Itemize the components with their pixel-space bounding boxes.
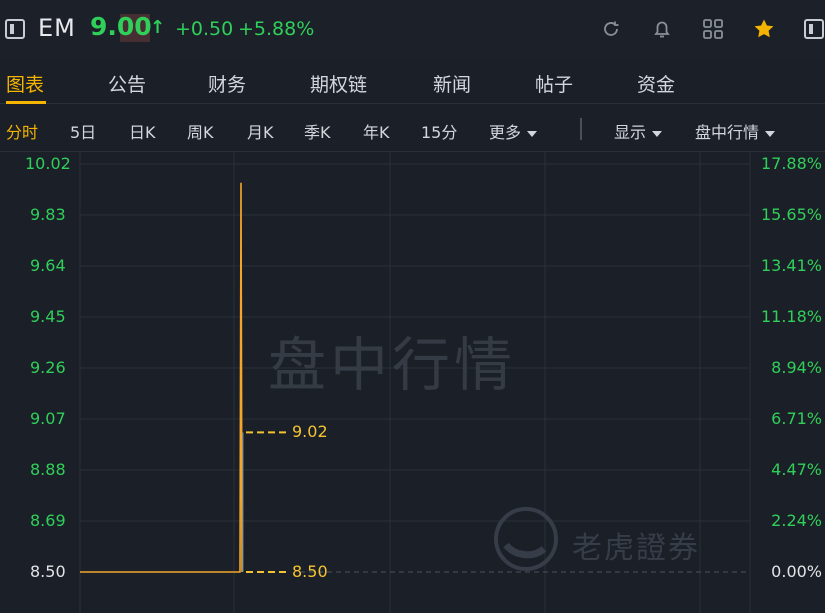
period-15min[interactable]: 15分 (421, 119, 457, 143)
period-5d[interactable]: 5日 (70, 119, 96, 143)
chart-lines (80, 182, 286, 573)
session-dropdown[interactable]: 盘中行情 (695, 119, 776, 143)
display-label: 显示 (614, 123, 647, 142)
price-marker-label: 8.50 (292, 562, 328, 581)
ticker-symbol: EM (38, 14, 76, 42)
tab-news[interactable]: 新闻 (433, 70, 471, 97)
y-axis-price-label: 9.26 (30, 358, 66, 377)
period-intraday[interactable]: 分时 (6, 119, 38, 143)
refresh-icon[interactable] (600, 18, 622, 40)
period-monthly[interactable]: 月K (247, 119, 274, 143)
period-quarterly[interactable]: 季K (304, 119, 331, 143)
display-dropdown[interactable]: 显示 (614, 119, 663, 143)
y-axis-price-label: 9.07 (30, 409, 66, 428)
star-icon[interactable] (753, 18, 775, 40)
tab-posts[interactable]: 帖子 (535, 70, 573, 97)
price-change-percent: +5.88% (238, 18, 315, 40)
session-watermark: 盘中行情 (268, 331, 517, 399)
y-axis-percent-label: 13.41% (760, 256, 822, 275)
period-selector: 分时 5日 日K 周K 月K 季K 年K 15分 更多 显示 盘中行情 (0, 104, 825, 152)
bell-icon[interactable] (651, 18, 673, 40)
tab-chart[interactable]: 图表 (6, 70, 44, 97)
quote-header: EM 9.00 ↑ +0.50 +5.88% (0, 0, 825, 58)
last-price: 9.00 (90, 12, 152, 41)
price-line (80, 182, 243, 573)
toolbar-divider (580, 118, 582, 140)
y-axis-price-label: 8.88 (30, 460, 66, 479)
y-axis-percent-label: 2.24% (771, 511, 822, 530)
section-tabs: 图表 公告 财务 期权链 新闻 帖子 资金 (0, 58, 825, 104)
price-marker-label: 9.02 (292, 422, 328, 442)
y-axis-price-label: 9.64 (30, 256, 66, 275)
broker-brand-watermark: 老虎證券 (572, 531, 700, 566)
session-label: 盘中行情 (695, 123, 760, 142)
y-axis-price-label: 8.69 (30, 511, 66, 530)
panel-right-icon[interactable] (804, 19, 824, 39)
period-daily[interactable]: 日K (129, 119, 156, 143)
y-axis-percent-label: 15.65% (760, 205, 822, 224)
period-yearly[interactable]: 年K (363, 119, 390, 143)
more-periods-dropdown[interactable]: 更多 (489, 119, 538, 143)
up-arrow-icon: ↑ (150, 17, 166, 38)
tab-capital-flow[interactable]: 资金 (637, 70, 675, 97)
chevron-down-icon (652, 130, 663, 137)
y-axis-percent-label: 8.94% (771, 358, 822, 377)
chevron-down-icon (527, 130, 538, 137)
tab-announcements[interactable]: 公告 (108, 70, 146, 97)
y-axis-price-label: 9.45 (30, 307, 66, 326)
tiger-logo-icon (494, 507, 558, 571)
chevron-down-icon (765, 130, 776, 137)
y-axis-percent-label: 0.00% (771, 562, 822, 581)
panel-left-icon[interactable] (5, 19, 25, 39)
price-change: +0.50 (175, 18, 234, 40)
more-label: 更多 (489, 123, 522, 142)
y-axis-percent-label: 4.47% (771, 460, 822, 479)
y-axis-price-label: 8.50 (30, 562, 66, 581)
tab-options-chain[interactable]: 期权链 (310, 70, 367, 97)
y-axis-percent-label: 17.88% (760, 154, 822, 173)
y-axis-price-label: 9.83 (30, 205, 66, 224)
grid-icon[interactable] (702, 18, 724, 40)
y-axis-price-label: 10.02 (25, 154, 71, 173)
tab-financials[interactable]: 财务 (208, 70, 246, 97)
y-axis-percent-label: 11.18% (760, 307, 822, 326)
period-weekly[interactable]: 周K (187, 119, 214, 143)
y-axis-percent-label: 6.71% (771, 409, 822, 428)
